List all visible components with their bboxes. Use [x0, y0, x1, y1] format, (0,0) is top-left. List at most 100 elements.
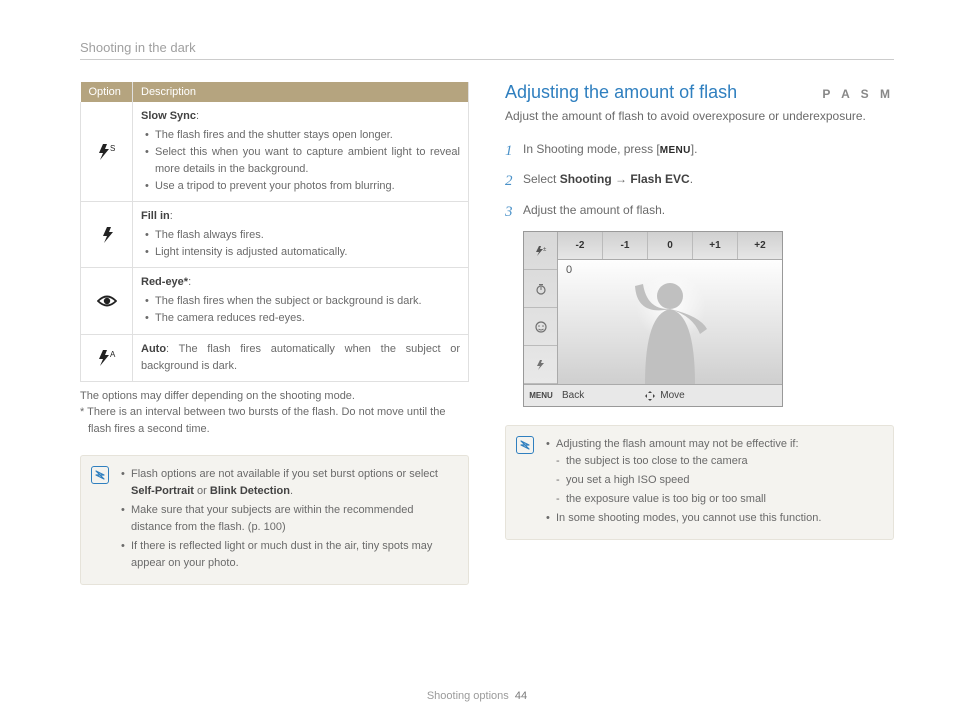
svg-text:A: A	[110, 350, 116, 359]
desc-fill-in: Fill in: The flash always fires. Light i…	[133, 202, 469, 268]
option-bullet: Light intensity is adjusted automaticall…	[145, 244, 460, 261]
step-number: 3	[505, 201, 523, 224]
move-label-group: Move	[644, 390, 684, 402]
text: Select	[523, 172, 560, 186]
option-bullet: The camera reduces red-eyes.	[145, 310, 460, 327]
scale-tick: +2	[738, 232, 782, 259]
svg-text:±: ±	[543, 247, 547, 253]
option-bullet: The flash fires and the shutter stays op…	[145, 127, 460, 144]
scale-tick: +1	[693, 232, 738, 259]
note-icon	[516, 436, 534, 454]
screen-footer-bar: MENU Back Move	[524, 384, 782, 406]
note-box-left: Flash options are not available if you s…	[80, 455, 469, 585]
sidebar-flash-ev-icon: ±	[524, 232, 557, 270]
step-item: 3 Adjust the amount of flash.	[505, 201, 894, 224]
note-subitem: the exposure value is too big or too sma…	[556, 491, 881, 508]
text: ].	[691, 142, 698, 156]
note-text: Flash options are not available if you s…	[131, 468, 438, 480]
option-title: Red-eye*	[141, 276, 188, 288]
table-header-row: Option Description	[81, 82, 469, 102]
footnote-line: The options may differ depending on the …	[80, 388, 469, 405]
table-footnotes: The options may differ depending on the …	[80, 388, 469, 438]
table-row: Red-eye*: The flash fires when the subje…	[81, 268, 469, 334]
scale-tick: -2	[558, 232, 603, 259]
step-text: In Shooting mode, press [MENU].	[523, 140, 697, 163]
note-item: In some shooting modes, you cannot use t…	[546, 510, 881, 527]
camera-screen-mock: ± -2 -1 0 +1 +2 0	[523, 231, 783, 407]
page-footer: Shooting options 44	[0, 690, 954, 702]
ev-scale: -2 -1 0 +1 +2	[558, 232, 782, 260]
bold-term: Shooting	[560, 172, 612, 186]
step-number: 1	[505, 140, 523, 163]
section-heading: Adjusting the amount of flash	[505, 82, 737, 103]
section-intro: Adjust the amount of flash to avoid over…	[505, 107, 894, 126]
sidebar-flash-off-icon	[524, 346, 557, 384]
arrow: →	[612, 172, 631, 186]
step-item: 2 Select Shooting → Flash EVC.	[505, 170, 894, 193]
th-description: Description	[133, 82, 469, 102]
svg-text:S: S	[110, 144, 115, 153]
move-text: Move	[660, 390, 684, 401]
option-bullet: Select this when you want to capture amb…	[145, 144, 460, 178]
option-title: Fill in	[141, 210, 170, 222]
scale-tick: -1	[603, 232, 648, 259]
options-table: Option Description S Slow Sync: The flas…	[80, 82, 469, 382]
flash-slow-sync-icon: S	[81, 102, 133, 202]
option-title: Auto	[141, 343, 166, 355]
note-box-right: Adjusting the flash amount may not be ef…	[505, 425, 894, 540]
column-left: Option Description S Slow Sync: The flas…	[80, 82, 469, 585]
red-eye-icon	[81, 268, 133, 334]
bold-term: Self-Portrait	[131, 485, 194, 497]
footer-section: Shooting options	[427, 690, 509, 702]
screen-main-area: 0	[558, 260, 782, 384]
note-subitem: you set a high ISO speed	[556, 472, 881, 489]
steps-list: 1 In Shooting mode, press [MENU]. 2 Sele…	[505, 140, 894, 224]
note-icon	[91, 466, 109, 484]
table-row: S Slow Sync: The flash fires and the shu…	[81, 102, 469, 202]
menu-label: MENU	[524, 391, 558, 400]
sidebar-face-icon	[524, 308, 557, 346]
desc-red-eye: Red-eye*: The flash fires when the subje…	[133, 268, 469, 334]
ev-readout: 0	[566, 264, 572, 276]
bold-term: Blink Detection	[210, 485, 290, 497]
bold-term: Flash EVC	[630, 172, 689, 186]
page-number: 44	[515, 690, 527, 702]
option-bullet: Use a tripod to prevent your photos from…	[145, 178, 460, 195]
text: In Shooting mode, press [	[523, 142, 660, 156]
step-number: 2	[505, 170, 523, 193]
column-right: Adjusting the amount of flash P A S M Ad…	[505, 82, 894, 585]
step-item: 1 In Shooting mode, press [MENU].	[505, 140, 894, 163]
note-item: Make sure that your subjects are within …	[121, 502, 456, 536]
option-bullet: The flash always fires.	[145, 227, 460, 244]
table-row: A Auto: The flash fires automatically wh…	[81, 334, 469, 381]
note-text: .	[290, 485, 293, 497]
menu-button-label: MENU	[660, 145, 691, 156]
section-header: Shooting in the dark	[80, 40, 894, 60]
mode-indicator: P A S M	[822, 87, 894, 101]
person-silhouette-icon	[615, 274, 725, 384]
back-label: Back	[558, 390, 584, 401]
page-columns: Option Description S Slow Sync: The flas…	[80, 82, 894, 585]
option-inline-text: : The flash fires automatically when the…	[141, 343, 460, 372]
step-text: Select Shooting → Flash EVC.	[523, 170, 693, 193]
desc-auto: Auto: The flash fires automatically when…	[133, 334, 469, 381]
sidebar-timer-icon	[524, 270, 557, 308]
note-text: or	[194, 485, 210, 497]
note-subitem: the subject is too close to the camera	[556, 453, 881, 470]
scale-tick: 0	[648, 232, 693, 259]
text: .	[690, 172, 693, 186]
footnote-line: * There is an interval between two burst…	[80, 404, 469, 437]
screen-sidebar: ±	[524, 232, 558, 384]
flash-auto-icon: A	[81, 334, 133, 381]
note-item: Adjusting the flash amount may not be ef…	[546, 436, 881, 508]
note-lead: Adjusting the flash amount may not be ef…	[556, 438, 799, 450]
move-arrows-icon	[644, 390, 656, 402]
option-bullet: The flash fires when the subject or back…	[145, 293, 460, 310]
th-option: Option	[81, 82, 133, 102]
note-item: Flash options are not available if you s…	[121, 466, 456, 500]
option-title: Slow Sync	[141, 110, 196, 122]
flash-fill-icon	[81, 202, 133, 268]
table-row: Fill in: The flash always fires. Light i…	[81, 202, 469, 268]
note-item: If there is reflected light or much dust…	[121, 538, 456, 572]
step-text: Adjust the amount of flash.	[523, 201, 665, 224]
